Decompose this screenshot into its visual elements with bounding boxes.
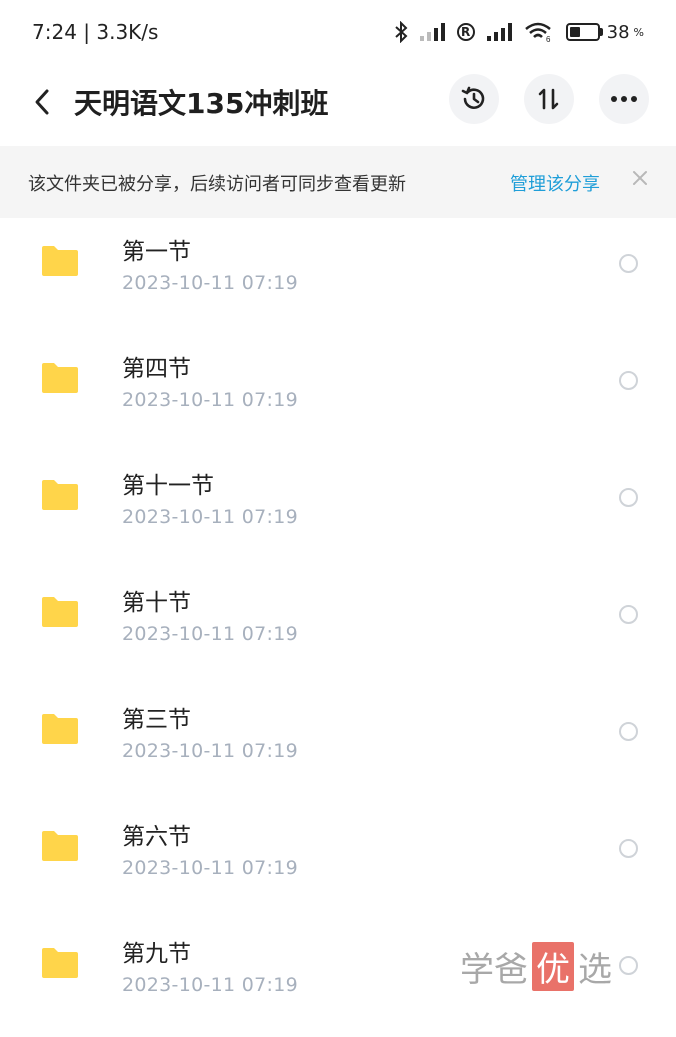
list-item[interactable]: 第三节 2023-10-11 07:19	[0, 686, 676, 803]
page-title: 天明语文135冲刺班	[74, 87, 329, 120]
list-item[interactable]: 第四节 2023-10-11 07:19	[0, 335, 676, 452]
status-time-speed: 7:24 | 3.3K/s	[32, 20, 159, 44]
file-name: 第十一节	[122, 473, 214, 499]
file-date: 2023-10-11 07:19	[122, 272, 299, 294]
select-checkbox[interactable]	[619, 839, 638, 858]
watermark-text-1: 学爸	[460, 950, 528, 990]
folder-icon	[42, 246, 78, 276]
roaming-icon: R	[456, 23, 475, 41]
select-checkbox[interactable]	[619, 254, 638, 273]
battery-percent: 38	[606, 21, 630, 43]
folder-icon	[42, 948, 78, 978]
history-button[interactable]	[449, 74, 499, 124]
file-name: 第四节	[122, 356, 191, 382]
banner-close-button[interactable]	[626, 164, 654, 192]
folder-icon	[42, 597, 78, 627]
signal-icon-2	[486, 23, 512, 41]
back-button[interactable]	[24, 84, 60, 120]
svg-text:6: 6	[546, 35, 551, 43]
file-name: 第一节	[122, 239, 191, 265]
wifi-icon: 6	[524, 22, 551, 43]
signal-icon	[419, 23, 445, 41]
folder-icon	[42, 363, 78, 393]
select-checkbox[interactable]	[619, 956, 638, 975]
sort-icon	[538, 88, 559, 110]
file-name: 第十节	[122, 590, 191, 616]
title-bar: 天明语文135冲刺班	[0, 64, 676, 146]
file-date: 2023-10-11 07:19	[122, 623, 299, 645]
list-item[interactable]: 第十一节 2023-10-11 07:19	[0, 452, 676, 569]
manage-share-link[interactable]: 管理该分享	[510, 170, 600, 196]
file-name: 第三节	[122, 707, 191, 733]
select-checkbox[interactable]	[619, 605, 638, 624]
watermark-text-2: 优	[532, 942, 574, 991]
file-list: 第一节 2023-10-11 07:19 第四节 2023-10-11 07:1…	[0, 218, 676, 1037]
status-bar: 7:24 | 3.3K/s R 6 38%	[0, 0, 676, 64]
file-date: 2023-10-11 07:19	[122, 857, 299, 879]
folder-icon	[42, 714, 78, 744]
select-checkbox[interactable]	[619, 722, 638, 741]
battery-percent-symbol: %	[633, 25, 644, 39]
list-item[interactable]: 第六节 2023-10-11 07:19	[0, 803, 676, 920]
share-banner-text: 该文件夹已被分享，后续访问者可同步查看更新	[28, 174, 406, 195]
battery-icon: 38%	[565, 21, 644, 43]
file-date: 2023-10-11 07:19	[122, 506, 299, 528]
select-checkbox[interactable]	[619, 488, 638, 507]
folder-icon	[42, 480, 78, 510]
more-horizontal-icon	[611, 96, 637, 102]
history-icon	[461, 86, 485, 109]
folder-icon	[42, 831, 78, 861]
file-name: 第九节	[122, 941, 191, 967]
watermark-logo: 学爸 优 选	[460, 942, 612, 991]
watermark-text-3: 选	[578, 950, 612, 990]
close-icon	[633, 171, 647, 185]
more-button[interactable]	[599, 74, 649, 124]
list-item[interactable]: 第十节 2023-10-11 07:19	[0, 569, 676, 686]
file-name: 第六节	[122, 824, 191, 850]
file-date: 2023-10-11 07:19	[122, 740, 299, 762]
file-date: 2023-10-11 07:19	[122, 974, 299, 996]
list-item[interactable]: 第一节 2023-10-11 07:19	[0, 218, 676, 335]
status-icons: R 6 38%	[394, 21, 644, 43]
sort-button[interactable]	[524, 74, 574, 124]
file-date: 2023-10-11 07:19	[122, 389, 299, 411]
chevron-left-icon	[35, 89, 49, 115]
share-banner: 该文件夹已被分享，后续访问者可同步查看更新 管理该分享	[0, 146, 676, 218]
bluetooth-icon	[394, 21, 408, 43]
select-checkbox[interactable]	[619, 371, 638, 390]
